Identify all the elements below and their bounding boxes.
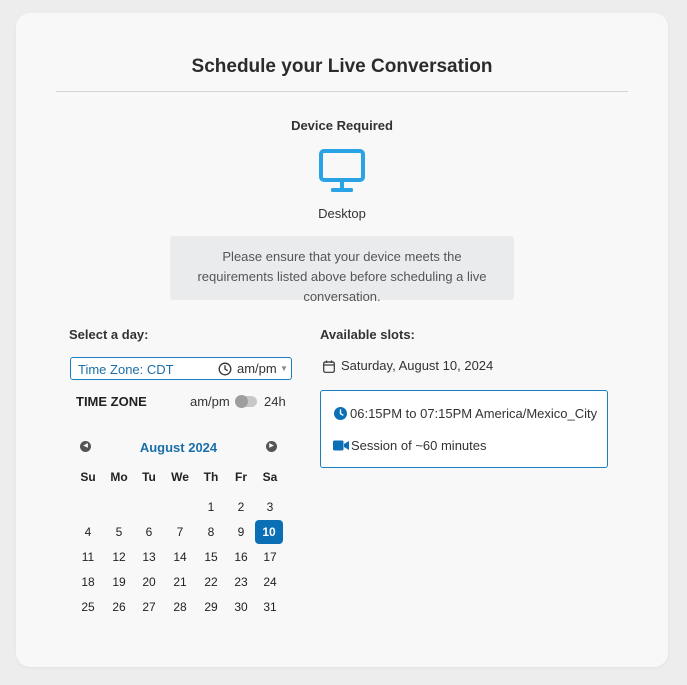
calendar-day[interactable]: 13 [134,546,164,568]
desktop-monitor-icon [319,149,365,192]
calendar-day[interactable]: 18 [73,571,103,593]
calendar-day[interactable]: 3 [255,496,285,518]
calendar-day[interactable]: 4 [73,521,103,543]
calendar-day[interactable]: 27 [134,596,164,618]
format-24h-label: 24h [264,394,286,409]
calendar-day[interactable]: 7 [165,521,195,543]
calendar-day[interactable]: 15 [196,546,226,568]
title-divider [56,91,628,92]
toggle-knob [235,395,248,408]
page-title: Schedule your Live Conversation [191,56,493,77]
calendar-day[interactable]: 2 [226,496,256,518]
calendar-day[interactable]: 19 [104,571,134,593]
calendar-day[interactable]: 16 [226,546,256,568]
weekday-label: We [171,470,189,484]
weekday-label: Mo [110,470,128,484]
device-required-label: Device Required [291,118,393,133]
slot-session-text: Session of ~60 minutes [351,438,487,453]
calendar-day[interactable]: 8 [196,521,226,543]
calendar-day[interactable]: 29 [196,596,226,618]
available-slots-heading: Available slots: [320,327,415,342]
chevron-left-icon[interactable]: ◀ [80,441,91,452]
video-camera-icon [333,440,349,451]
weekday-label: Sa [262,470,278,484]
calendar-day[interactable]: 21 [165,571,195,593]
calendar-day[interactable]: 14 [165,546,195,568]
calendar-day[interactable]: 31 [255,596,285,618]
clock-icon [218,362,232,376]
calendar-day[interactable]: 17 [255,546,285,568]
calendar-day[interactable]: 22 [196,571,226,593]
calendar-icon [323,360,335,373]
calendar-day[interactable]: 25 [73,596,103,618]
device-name: Desktop [318,206,366,221]
calendar-day[interactable]: 5 [104,521,134,543]
calendar-day-selected[interactable]: 10 [255,520,283,544]
format-ampm-label: am/pm [190,394,230,409]
calendar-month-label: August 2024 [139,440,218,455]
calendar-day[interactable]: 11 [73,546,103,568]
calendar-day[interactable]: 12 [104,546,134,568]
weekday-label: Fr [235,470,247,484]
calendar-day[interactable]: 24 [255,571,285,593]
time-slot-option[interactable]: 06:15PM to 07:15PM America/Mexico_City S… [320,390,608,468]
weekday-label: Th [203,470,219,484]
weekday-label: Tu [142,470,156,484]
calendar-day[interactable]: 30 [226,596,256,618]
schedule-card: Schedule your Live Conversation Device R… [16,13,668,667]
calendar-day[interactable]: 26 [104,596,134,618]
calendar-day[interactable]: 20 [134,571,164,593]
calendar-day[interactable]: 28 [165,596,195,618]
slot-time-text: 06:15PM to 07:15PM America/Mexico_City [350,406,598,421]
select-day-heading: Select a day: [69,327,149,342]
requirements-notice: Please ensure that your device meets the… [170,236,514,304]
calendar-day[interactable]: 6 [134,521,164,543]
timezone-select-value: Time Zone: CDT [78,362,174,377]
weekday-label: Su [80,470,96,484]
calendar-day[interactable]: 23 [226,571,256,593]
time-format-toggle[interactable] [235,395,257,408]
clock-icon [334,407,347,420]
chevron-right-icon[interactable]: ▶ [266,441,277,452]
timezone-select-format: am/pm [237,361,277,376]
timezone-label: TIME ZONE [76,394,147,409]
slot-date-text: Saturday, August 10, 2024 [341,358,494,373]
calendar-day[interactable]: 1 [196,496,226,518]
chevron-down-icon: ▼ [280,364,288,373]
timezone-select[interactable]: Time Zone: CDT am/pm ▼ [70,357,292,380]
calendar-day[interactable]: 9 [226,521,256,543]
